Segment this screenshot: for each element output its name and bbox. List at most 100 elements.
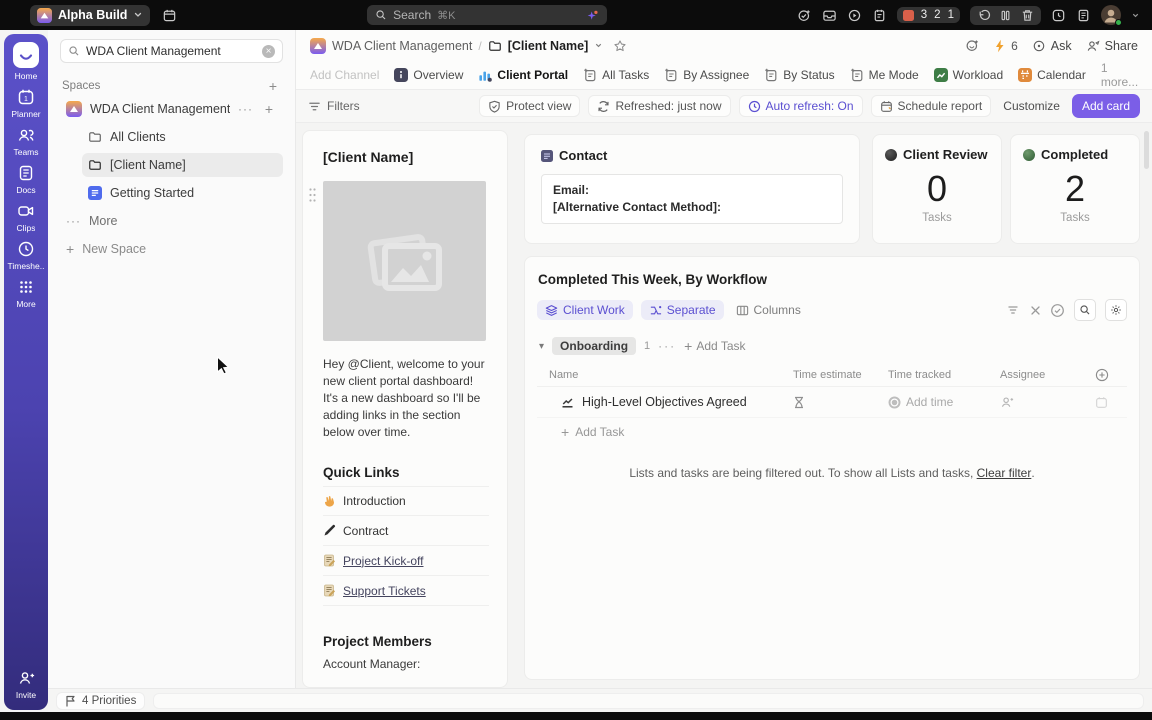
sidebar-item-getting-started[interactable]: Getting Started [82, 181, 283, 205]
tab-add-channel[interactable]: Add Channel [310, 68, 379, 82]
settings-button[interactable] [1105, 299, 1127, 321]
add-task-button[interactable]: + Add Task [537, 418, 1127, 446]
client-work-pill[interactable]: Client Work [537, 300, 633, 320]
ai-credits[interactable]: 6 [994, 39, 1018, 53]
undo-icon[interactable] [976, 8, 991, 23]
filter-active-icon[interactable] [1007, 303, 1021, 317]
sidebar-item-client-name[interactable]: [Client Name] [82, 153, 283, 177]
quick-link-project-kickoff[interactable]: Project Kick-off [323, 546, 489, 576]
sprint-counters[interactable]: 3 2 1 [897, 7, 960, 23]
columns-button[interactable]: Columns [732, 300, 805, 320]
assignee-cell[interactable] [1000, 395, 1095, 409]
close-icon[interactable] [1030, 305, 1041, 316]
rail-item-home[interactable]: Home [13, 42, 39, 81]
sidebar-new-space[interactable]: + New Space [60, 237, 283, 261]
inbox-icon[interactable] [822, 8, 837, 23]
avatar-chevron-icon[interactable] [1131, 11, 1140, 20]
ask-button[interactable]: Ask [1032, 39, 1072, 53]
add-space-icon[interactable]: + [265, 79, 281, 93]
protect-view-button[interactable]: Protect view [479, 95, 580, 117]
rail-item-more[interactable]: More [16, 278, 35, 309]
add-card-button[interactable]: Add card [1072, 94, 1140, 118]
time-estimate-cell[interactable] [793, 396, 888, 409]
ai-sparkle-icon[interactable] [586, 9, 599, 22]
pause-icon[interactable] [998, 8, 1013, 23]
column-time-estimate[interactable]: Time estimate [793, 369, 888, 381]
tab-calendar[interactable]: Calendar [1018, 68, 1086, 82]
history-clock-icon[interactable] [1051, 8, 1066, 23]
scrollbar-thumb[interactable] [1144, 131, 1149, 169]
schedule-report-button[interactable]: Schedule report [871, 95, 992, 117]
tabs-more[interactable]: 1 more... [1101, 61, 1138, 89]
rail-item-timesheets[interactable]: Timeshe.. [7, 240, 44, 271]
edit-controls [970, 6, 1041, 25]
tab-me-mode[interactable]: Me Mode [850, 68, 919, 82]
rail-item-teams[interactable]: Teams [13, 126, 38, 157]
completed-stat-card[interactable]: Completed 2 Tasks [1010, 134, 1140, 244]
drag-handle-icon[interactable] [308, 187, 317, 203]
share-button[interactable]: Share [1086, 39, 1138, 53]
spaces-label: Spaces [62, 80, 265, 92]
document-icon[interactable] [1076, 8, 1091, 23]
notepad-icon[interactable] [872, 8, 887, 23]
quick-link-contract[interactable]: Contract [323, 516, 489, 546]
group-add-task-button[interactable]: + Add Task [684, 339, 745, 353]
tab-overview[interactable]: Overview [394, 68, 463, 82]
search-button[interactable] [1074, 299, 1096, 321]
chevron-down-icon[interactable] [594, 41, 603, 50]
tab-all-tasks[interactable]: All Tasks [583, 68, 649, 82]
customize-button[interactable]: Customize [999, 99, 1064, 113]
group-more-icon[interactable]: ··· [658, 339, 676, 353]
trash-icon[interactable] [1020, 8, 1035, 23]
status-dot-icon [1023, 149, 1035, 161]
search-shortcut: ⌘K [437, 9, 455, 22]
contact-fields[interactable]: Email: [Alternative Contact Method]: [541, 174, 843, 224]
rail-item-planner[interactable]: 1 Planner [11, 88, 40, 119]
space-more-icon[interactable]: ··· [238, 102, 253, 116]
tab-client-portal[interactable]: Client Portal [478, 68, 568, 82]
time-tracked-cell[interactable]: Add time [888, 395, 1000, 409]
column-time-tracked[interactable]: Time tracked [888, 369, 1000, 381]
search-icon [1079, 304, 1091, 316]
task-row[interactable]: High-Level Objectives Agreed Add time [537, 387, 1127, 418]
stat-value: 0 [885, 168, 989, 210]
clear-filter-link[interactable]: Clear filter [977, 466, 1032, 480]
chevron-down-icon[interactable]: ▾ [539, 341, 544, 352]
tab-by-status[interactable]: By Status [764, 68, 834, 82]
star-icon[interactable] [613, 39, 627, 53]
filters-button[interactable]: Filters [308, 99, 360, 113]
check-circle-plus-icon[interactable] [797, 8, 812, 23]
due-date-cell[interactable] [1095, 396, 1127, 409]
user-avatar[interactable] [1101, 5, 1121, 25]
rail-item-clips[interactable]: Clips [17, 202, 36, 233]
workspace-switcher[interactable]: Alpha Build [30, 5, 150, 26]
quick-link-support-tickets[interactable]: Support Tickets [323, 576, 489, 606]
add-column-button[interactable] [1095, 368, 1127, 382]
breadcrumb-page[interactable]: [Client Name] [508, 39, 589, 53]
rail-item-docs[interactable]: Docs [16, 164, 35, 195]
client-review-stat-card[interactable]: Client Review 0 Tasks [872, 134, 1002, 244]
emoji-add-icon[interactable] [965, 38, 980, 53]
global-search[interactable]: Search ⌘K [367, 5, 607, 25]
sidebar-search-input[interactable]: WDA Client Management × [60, 39, 283, 63]
check-circle-icon[interactable] [1050, 303, 1065, 318]
record-icon[interactable] [847, 8, 862, 23]
rail-item-invite[interactable]: Invite [16, 669, 36, 700]
separate-pill[interactable]: Separate [641, 300, 724, 320]
refreshed-button[interactable]: Refreshed: just now [588, 95, 730, 117]
sidebar-space-wda[interactable]: WDA Client Management ··· + [60, 97, 283, 121]
tab-by-assignee[interactable]: By Assignee [664, 68, 749, 82]
priorities-button[interactable]: 4 Priorities [56, 692, 145, 710]
quick-link-introduction[interactable]: Introduction [323, 486, 489, 516]
tab-workload[interactable]: Workload [934, 68, 1003, 82]
group-badge[interactable]: Onboarding [552, 337, 636, 355]
sidebar-more[interactable]: ··· More [60, 209, 283, 233]
sidebar-item-all-clients[interactable]: All Clients [82, 125, 283, 149]
space-add-icon[interactable]: + [261, 102, 277, 116]
calendar-icon[interactable] [162, 8, 177, 23]
breadcrumb-space[interactable]: WDA Client Management [332, 39, 472, 53]
clear-search-icon[interactable]: × [262, 45, 275, 58]
auto-refresh-button[interactable]: Auto refresh: On [739, 95, 863, 117]
column-name[interactable]: Name [537, 369, 793, 381]
column-assignee[interactable]: Assignee [1000, 369, 1095, 381]
